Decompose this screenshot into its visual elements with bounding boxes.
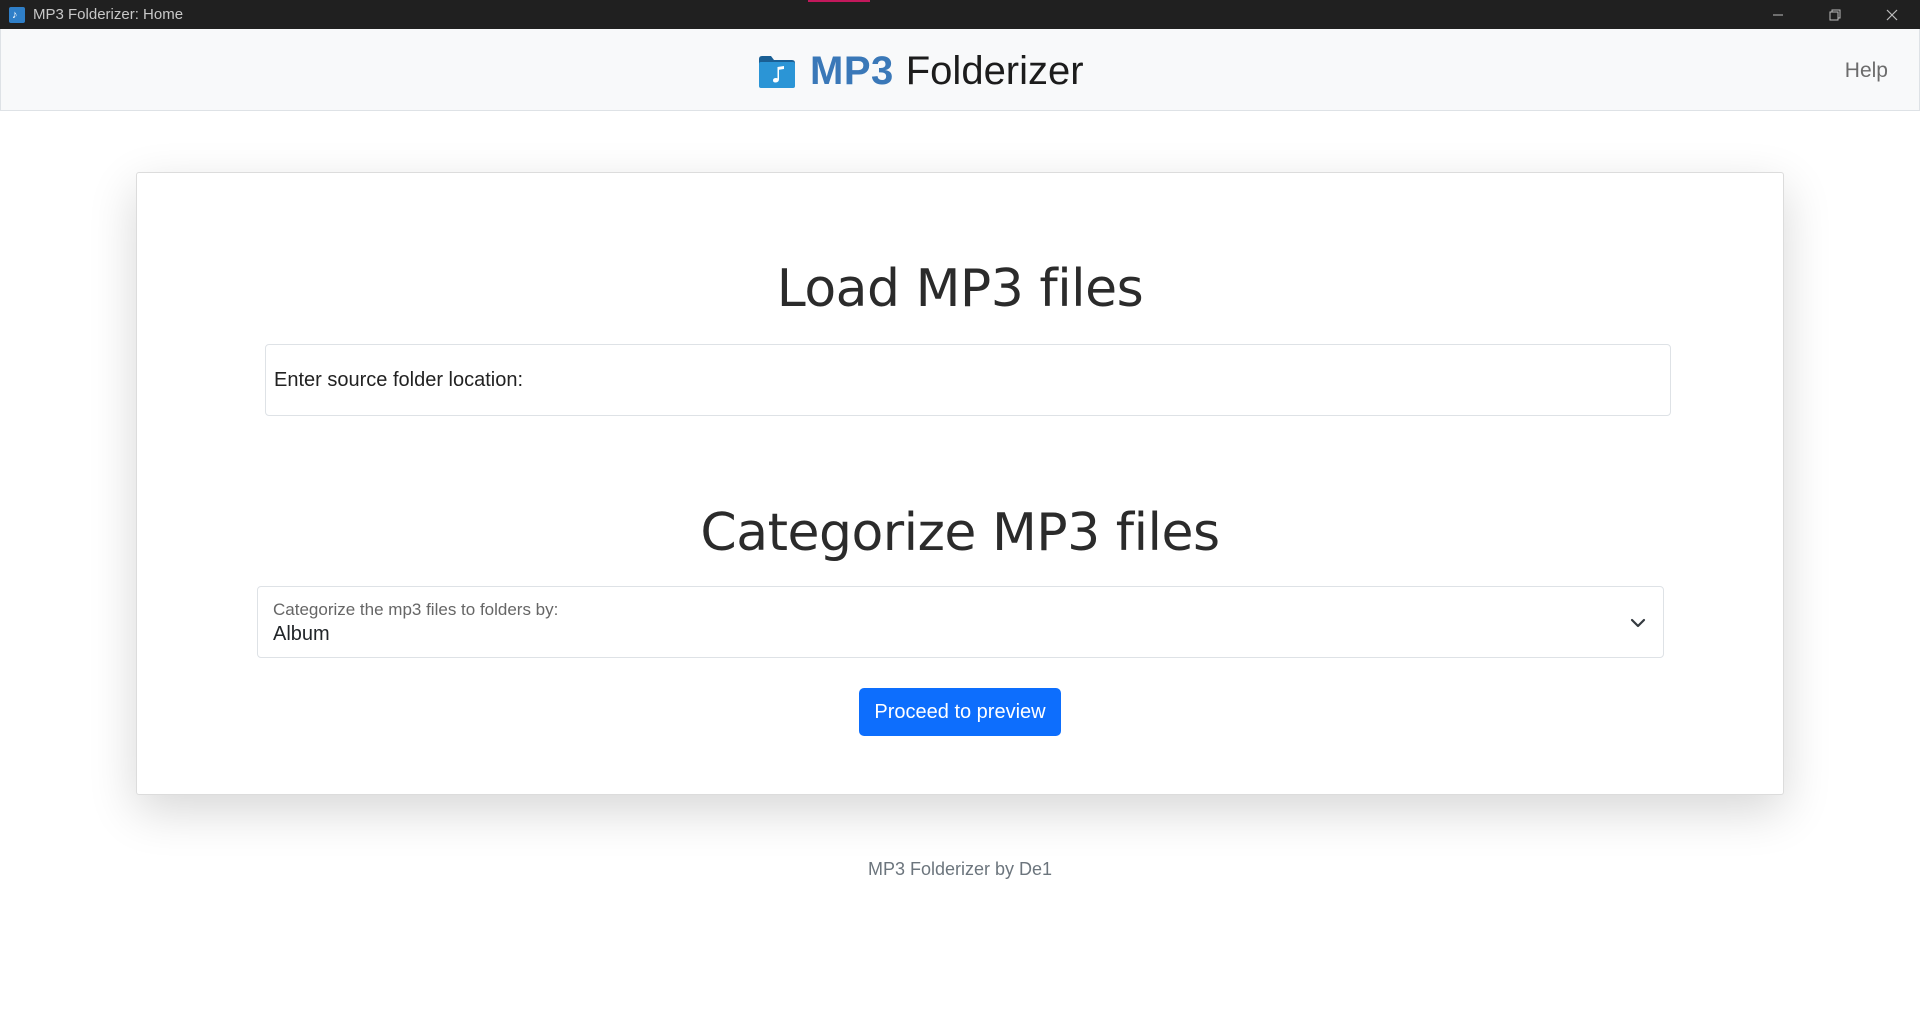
load-section-title: Load MP3 files: [776, 259, 1144, 319]
window-title: MP3 Folderizer: Home: [33, 6, 184, 23]
minimize-icon: [1772, 14, 1783, 15]
source-folder-input[interactable]: [265, 344, 1671, 416]
brand-folderizer: Folderizer: [905, 48, 1084, 93]
chevron-down-icon: [1630, 618, 1646, 628]
main-card: Load MP3 files Categorize MP3 files Cate…: [136, 172, 1784, 795]
select-value: Album: [273, 623, 330, 645]
brand[interactable]: MP3 Folderizer: [758, 49, 1084, 93]
proceed-to-preview-button[interactable]: Proceed to preview: [859, 688, 1061, 736]
window-titlebar: MP3 Folderizer: Home: [0, 0, 1920, 29]
app-window-icon: [9, 6, 25, 23]
categorize-section-title: Categorize MP3 files: [700, 503, 1220, 563]
restore-button[interactable]: [1806, 0, 1863, 29]
restore-icon: [1829, 9, 1840, 20]
footer-credit: MP3 Folderizer by De1: [867, 859, 1053, 879]
titlebar-accent: [808, 0, 870, 2]
categorize-by-select[interactable]: Categorize the mp3 files to folders by: …: [257, 586, 1664, 658]
window-controls: [1749, 0, 1920, 29]
minimize-button[interactable]: [1749, 0, 1806, 29]
select-floating-label: Categorize the mp3 files to folders by:: [273, 600, 559, 619]
close-window-button[interactable]: [1863, 0, 1920, 29]
help-link[interactable]: Help: [1845, 59, 1888, 83]
app-navbar: MP3 Folderizer Help: [0, 29, 1920, 111]
music-folder-icon: [759, 56, 795, 88]
brand-mp3: MP3: [810, 48, 894, 93]
close-icon: [1886, 9, 1897, 20]
